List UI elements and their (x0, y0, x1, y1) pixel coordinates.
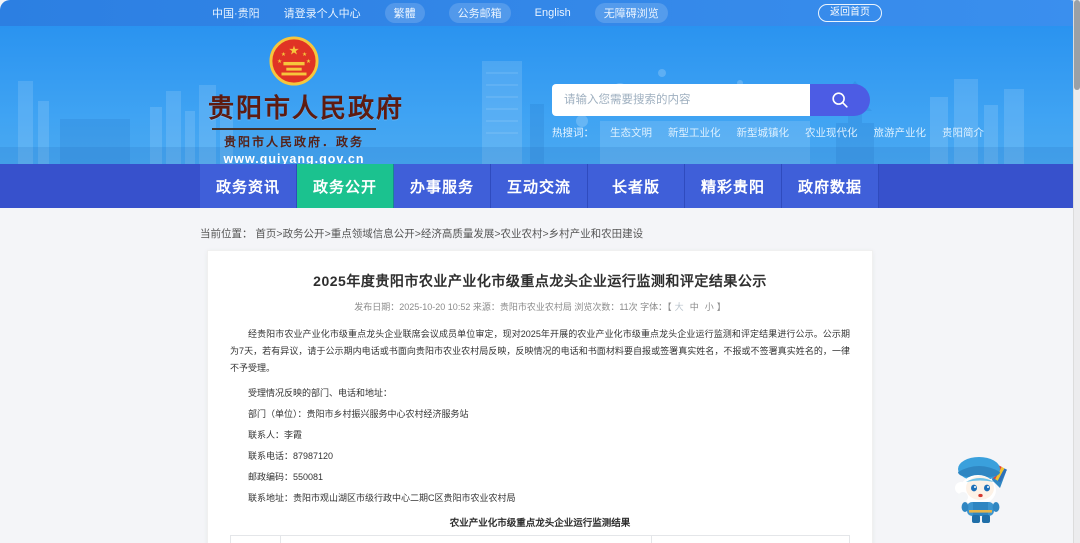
guiyang-gov-page: 中国·贵阳 请登录个人中心 繁體 公务邮箱 English 无障碍浏览 返回首页 (0, 0, 1080, 543)
mascot-assistant-icon[interactable] (948, 452, 1014, 526)
nav-tabs: 政务资讯 政务公开 办事服务 互动交流 长者版 精彩贵阳 政府数据 (200, 164, 879, 208)
article-meta-close-bracket: 】 (716, 302, 726, 312)
svg-text:★: ★ (277, 58, 282, 65)
topbar-link-traditional-chinese[interactable]: 繁體 (384, 3, 425, 23)
breadcrumb-label: 当前位置： (200, 228, 253, 240)
article-line-phone: 联系电话：87987120 (248, 451, 334, 461)
hot-word-agriculture[interactable]: 农业现代化 (805, 125, 858, 140)
hot-word-urbanization[interactable]: 新型城镇化 (737, 125, 790, 140)
table-header-serial: 序号 (230, 535, 281, 543)
nav-tab-gov-data[interactable]: 政府数据 (782, 164, 879, 208)
nav-tab-services[interactable]: 办事服务 (394, 164, 491, 208)
monitoring-result-table: 序号 企业名称 监测结果 1 贵州合力超市采购有限公司 合格 2 贵州友禾种业有… (230, 535, 851, 543)
logo-divider (212, 128, 376, 130)
table-header-company: 企业名称 (279, 535, 652, 543)
hot-search-label: 热搜词： (552, 127, 594, 139)
table-header-row: 序号 企业名称 监测结果 (230, 535, 851, 543)
topbar-links: 中国·贵阳 请登录个人中心 繁體 公务邮箱 English 无障碍浏览 (212, 0, 668, 26)
search-button[interactable] (810, 84, 870, 116)
scrollbar-thumb[interactable] (1073, 0, 1080, 90)
svg-text:★: ★ (288, 43, 299, 57)
font-size-large-button[interactable]: 大 (675, 302, 684, 312)
search-icon (832, 92, 848, 108)
nav-tab-senior-version[interactable]: 长者版 (588, 164, 685, 208)
site-url: www.guiyang.gov.cn (223, 152, 365, 164)
nav-tab-gov-open[interactable]: 政务公开 (297, 164, 394, 208)
search-input[interactable] (552, 84, 810, 116)
breadcrumb-gov-open[interactable]: 政务公开 (283, 228, 325, 240)
site-banner: ★ ★ ★ ★ ★ 贵阳市人民政府 贵阳市人民政府．政务 www.guiyang… (0, 26, 1080, 164)
breadcrumb-key-info[interactable]: 重点领域信息公开 (331, 228, 415, 240)
city-skyline-decoration (0, 61, 1080, 164)
article-line-department: 部门（单位）：贵阳市乡村振兴服务中心农村经济服务站 (248, 409, 469, 419)
breadcrumb-rural-industry[interactable]: 乡村产业和农田建设 (549, 228, 644, 240)
article-meta: 发布日期：2025-10-20 10:52 来源：贵阳市农业农村局 浏览次数：1… (230, 300, 850, 313)
top-utility-bar: 中国·贵阳 请登录个人中心 繁體 公务邮箱 English 无障碍浏览 返回首页 (0, 0, 1080, 26)
font-size-small-button[interactable]: 小 (705, 302, 714, 312)
topbar-link-english[interactable]: English (535, 7, 571, 19)
breadcrumb-agriculture[interactable]: 农业农村 (500, 228, 542, 240)
article-line-address: 联系地址：贵阳市观山湖区市级行政中心二期C区贵阳市农业农村局 (248, 493, 516, 503)
hot-word-tourism[interactable]: 旅游产业化 (874, 125, 927, 140)
article-line-accept-info: 受理情况反映的部门、电话和地址： (248, 388, 393, 398)
monitoring-table-caption: 农业产业化市级重点龙头企业运行监测结果 (449, 518, 631, 529)
svg-text:★: ★ (302, 51, 307, 58)
nav-tab-wonderful-guiyang[interactable]: 精彩贵阳 (685, 164, 782, 208)
national-emblem-icon: ★ ★ ★ ★ ★ (269, 36, 319, 86)
table-header-result: 监测结果 (650, 535, 851, 543)
article-line-postcode: 邮政编码：550081 (248, 472, 324, 482)
back-to-home-button[interactable]: 返回首页 (818, 4, 882, 22)
topbar-link-accessibility[interactable]: 无障碍浏览 (594, 3, 668, 23)
page-scrollbar (1073, 0, 1080, 543)
hot-word-guiyang-intro[interactable]: 贵阳简介 (942, 125, 984, 140)
svg-text:★: ★ (281, 51, 286, 58)
hot-word-industrialization[interactable]: 新型工业化 (668, 125, 721, 140)
breadcrumb-economy[interactable]: 经济高质量发展 (421, 228, 495, 240)
nav-tab-interaction[interactable]: 互动交流 (491, 164, 588, 208)
hot-search-row: 热搜词： 生态文明 新型工业化 新型城镇化 农业现代化 旅游产业化 贵阳简介 (552, 125, 984, 140)
site-title: 贵阳市人民政府 (208, 93, 405, 123)
article-card: 2025年度贵阳市农业产业化市级重点龙头企业运行监测和评定结果公示 发布日期：2… (207, 250, 873, 543)
topbar-link-official-mail[interactable]: 公务邮箱 (448, 3, 511, 23)
breadcrumb-home[interactable]: 首页 (255, 228, 276, 240)
font-size-medium-button[interactable]: 中 (690, 302, 699, 312)
topbar-link-login-personal-center[interactable]: 请登录个人中心 (284, 5, 361, 21)
search-bar (552, 84, 870, 116)
article-line-contact-person: 联系人：李霞 (248, 430, 303, 440)
main-nav: 政务资讯 政务公开 办事服务 互动交流 长者版 精彩贵阳 政府数据 (0, 164, 1080, 208)
topbar-link-china-guiyang[interactable]: 中国·贵阳 (212, 5, 260, 21)
site-logo[interactable]: ★ ★ ★ ★ ★ 贵阳市人民政府 贵阳市人民政府．政务 www.guiyang… (208, 36, 405, 164)
svg-text:★: ★ (306, 58, 311, 65)
article-title: 2025年度贵阳市农业产业化市级重点龙头企业运行监测和评定结果公示 (313, 273, 767, 289)
article-paragraph-announcement: 经贵阳市农业产业化市级重点龙头企业联席会议成员单位审定，现对2025年开展的农业… (230, 329, 850, 373)
breadcrumb: 当前位置： 首页>政务公开>重点领域信息公开>经济高质量发展>农业农村>乡村产业… (200, 226, 643, 241)
hot-word-ecology[interactable]: 生态文明 (610, 125, 652, 140)
article-meta-text: 发布日期：2025-10-20 10:52 来源：贵阳市农业农村局 浏览次数：1… (354, 302, 672, 312)
site-subtitle: 贵阳市人民政府．政务 (223, 135, 364, 149)
nav-tab-gov-news[interactable]: 政务资讯 (200, 164, 297, 208)
